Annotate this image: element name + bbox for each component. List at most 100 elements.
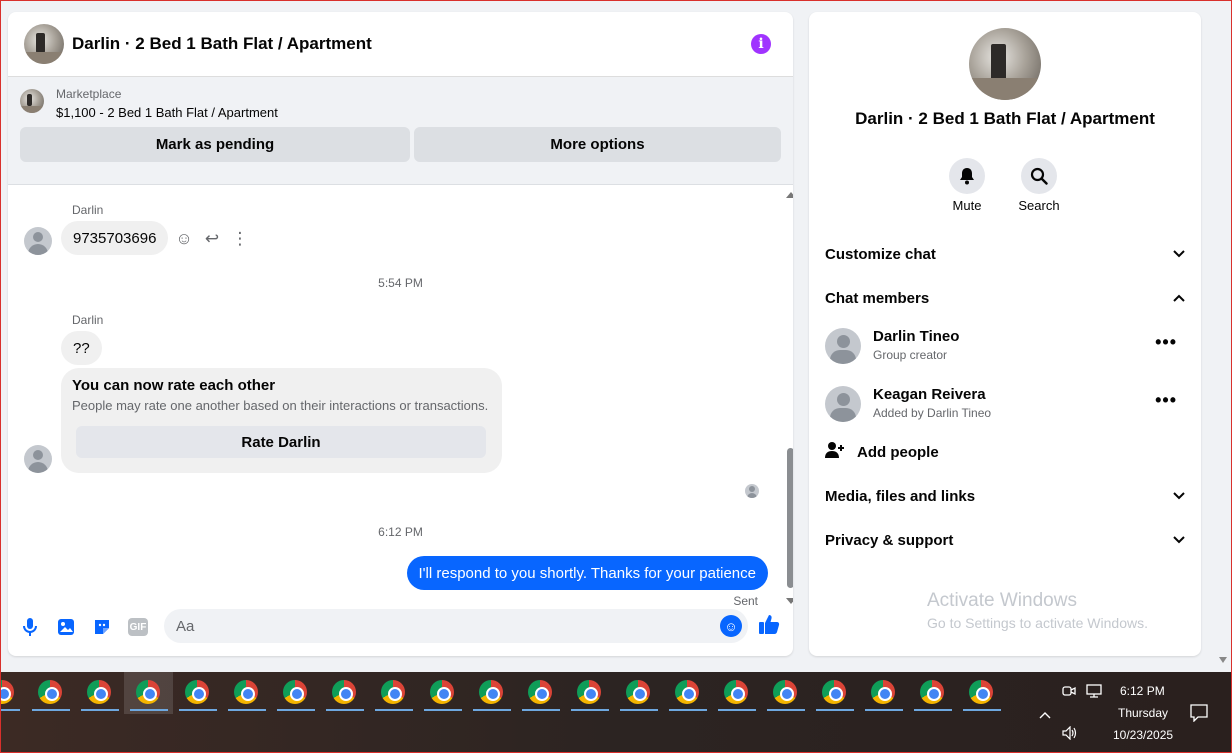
running-indicator	[179, 709, 217, 711]
message-bubble-phone[interactable]: 9735703696	[61, 221, 169, 255]
running-indicator	[914, 709, 952, 711]
activation-watermark-title: Activate Windows	[927, 590, 1077, 611]
taskbar-chrome-window[interactable]	[663, 672, 712, 714]
timestamp: 5:54 PM	[378, 276, 423, 290]
member-avatar[interactable]	[825, 328, 861, 364]
taskbar-chrome-window[interactable]	[957, 672, 1006, 714]
message-bubble-question[interactable]: ??	[61, 331, 102, 365]
taskbar-chrome-window[interactable]	[75, 672, 124, 714]
search-label[interactable]: Search	[1009, 198, 1069, 213]
member-name[interactable]: Keagan Reivera	[873, 386, 986, 403]
taskbar-chrome-window[interactable]	[810, 672, 859, 714]
react-icon[interactable]: ☺	[175, 229, 193, 249]
more-options-button[interactable]: More options	[414, 127, 781, 162]
message-bubble-outgoing[interactable]: I'll respond to you shortly. Thanks for …	[406, 556, 768, 590]
media-files-links-section[interactable]: Media, files and links	[825, 484, 1185, 508]
seen-avatar	[745, 484, 759, 498]
taskbar-chrome-window[interactable]	[222, 672, 271, 714]
mute-label[interactable]: Mute	[937, 198, 997, 213]
info-icon[interactable]: i	[751, 34, 771, 54]
sticker-icon[interactable]	[90, 615, 114, 639]
member-name[interactable]: Darlin Tineo	[873, 328, 959, 345]
member-avatar[interactable]	[825, 386, 861, 422]
search-icon[interactable]	[1021, 158, 1057, 194]
taskbar-chrome-window[interactable]	[761, 672, 810, 714]
meet-now-icon[interactable]	[1062, 684, 1076, 701]
chat-title[interactable]: Darlin · 2 Bed 1 Bath Flat / Apartment	[72, 34, 372, 54]
chrome-icon	[920, 680, 944, 704]
photo-icon[interactable]	[54, 615, 78, 639]
page-scroll-down-arrow[interactable]	[1219, 657, 1227, 663]
avatar[interactable]	[24, 227, 52, 255]
taskbar-chrome-window[interactable]	[418, 672, 467, 714]
emoji-icon[interactable]: ☺	[720, 615, 742, 637]
chrome-icon	[283, 680, 307, 704]
more-horizontal-icon[interactable]: •••	[1155, 390, 1177, 411]
clock-day[interactable]: Thursday	[1118, 706, 1168, 720]
running-indicator	[718, 709, 756, 711]
customize-chat-section[interactable]: Customize chat	[825, 242, 1185, 266]
chrome-icon	[724, 680, 748, 704]
section-label: Media, files and links	[825, 487, 976, 505]
message-status: Sent	[733, 594, 758, 608]
taskbar-chrome-window[interactable]	[565, 672, 614, 714]
taskbar-chrome-window[interactable]	[271, 672, 320, 714]
listing-thumbnail[interactable]	[20, 89, 44, 113]
scroll-down-arrow[interactable]	[786, 598, 793, 604]
bell-icon[interactable]	[949, 158, 985, 194]
member-row[interactable]: Keagan Reivera Added by Darlin Tineo •••	[825, 384, 1185, 424]
taskbar-chrome-window[interactable]	[467, 672, 516, 714]
rate-button[interactable]: Rate Darlin	[76, 426, 486, 458]
taskbar-chrome-window[interactable]	[26, 672, 75, 714]
privacy-support-section[interactable]: Privacy & support	[825, 528, 1185, 552]
microphone-icon[interactable]	[18, 615, 42, 639]
reply-icon[interactable]: ↩	[203, 229, 221, 249]
volume-icon[interactable]	[1062, 725, 1078, 743]
chat-members-section[interactable]: Chat members	[825, 286, 1185, 310]
running-indicator	[620, 709, 658, 711]
taskbar-chrome-window[interactable]	[320, 672, 369, 714]
member-row[interactable]: Darlin Tineo Group creator •••	[825, 326, 1185, 366]
taskbar-chrome-window-active[interactable]	[124, 672, 173, 714]
gif-icon[interactable]: GIF	[128, 618, 148, 636]
chevron-up-icon	[1173, 291, 1185, 305]
scroll-thumb[interactable]	[787, 448, 793, 588]
listing-price[interactable]: $1,100 - 2 Bed 1 Bath Flat / Apartment	[56, 105, 278, 120]
taskbar-chrome-window[interactable]	[908, 672, 957, 714]
running-indicator	[963, 709, 1001, 711]
running-indicator	[32, 709, 70, 711]
running-indicator	[130, 709, 168, 711]
add-people-button[interactable]: Add people	[825, 441, 939, 464]
taskbar-chrome-window[interactable]	[614, 672, 663, 714]
clock-date[interactable]: 10/23/2025	[1113, 728, 1173, 742]
taskbar-chrome-window[interactable]	[0, 672, 26, 714]
taskbar-chrome-window[interactable]	[516, 672, 565, 714]
message-input[interactable]	[164, 609, 748, 643]
more-vertical-icon[interactable]: ⋮	[231, 229, 249, 249]
chrome-icon	[185, 680, 209, 704]
member-role: Added by Darlin Tineo	[873, 406, 992, 420]
message-scrollbar[interactable]	[784, 190, 793, 606]
clock-time[interactable]: 6:12 PM	[1120, 684, 1165, 698]
mark-as-pending-button[interactable]: Mark as pending	[20, 127, 410, 162]
sender-name: Darlin	[72, 203, 104, 217]
chevron-up-icon[interactable]	[1039, 706, 1051, 722]
listing-avatar[interactable]	[24, 24, 64, 64]
message-list: Darlin 9735703696 ☺ ↩ ⋮ 5:54 PM Darlin ?…	[8, 185, 778, 608]
running-indicator	[473, 709, 511, 711]
running-indicator	[767, 709, 805, 711]
message-actions: ☺ ↩ ⋮	[175, 229, 249, 249]
taskbar-chrome-window[interactable]	[369, 672, 418, 714]
listing-large-avatar[interactable]	[969, 28, 1041, 100]
more-horizontal-icon[interactable]: •••	[1155, 332, 1177, 353]
avatar[interactable]	[24, 445, 52, 473]
thumbs-up-icon[interactable]	[758, 613, 780, 641]
notifications-icon[interactable]	[1190, 704, 1208, 725]
taskbar-chrome-window[interactable]	[712, 672, 761, 714]
section-label: Customize chat	[825, 245, 936, 263]
taskbar-chrome-window[interactable]	[859, 672, 908, 714]
scroll-up-arrow[interactable]	[786, 192, 793, 198]
chrome-icon	[381, 680, 405, 704]
network-icon[interactable]	[1086, 684, 1102, 701]
taskbar-chrome-window[interactable]	[173, 672, 222, 714]
